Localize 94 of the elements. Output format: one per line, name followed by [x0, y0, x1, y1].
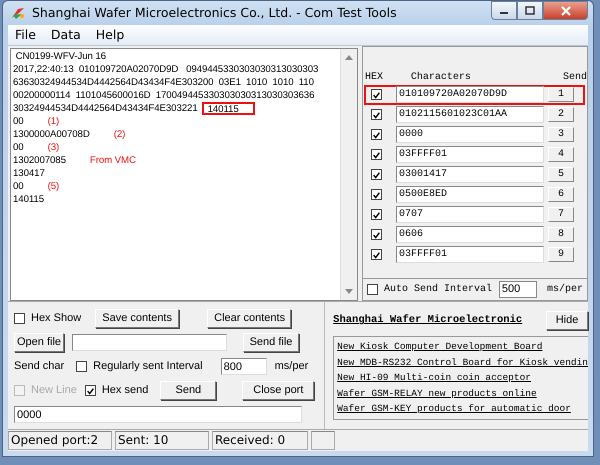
send-char-label: Send char: [14, 360, 64, 372]
column-header: Send: [562, 72, 587, 84]
log-line: 63630324944534D4442564D43434F4E303200 03E1 1010 1010 110: [13, 76, 314, 89]
checkbox-label: Hex Show: [31, 312, 82, 324]
save-contents-button[interactable]: Save contents: [95, 308, 180, 328]
checkbox[interactable]: [371, 169, 382, 180]
send-button[interactable]: 7: [548, 207, 574, 222]
annotation-note: (1): [48, 114, 60, 128]
checkbox[interactable]: [367, 284, 378, 296]
checkbox[interactable]: [371, 109, 382, 120]
checkbox[interactable]: [371, 89, 382, 100]
input-field[interactable]: 03FFFF01: [396, 246, 544, 264]
news-link[interactable]: New Kiosk Computer Development Board: [337, 339, 588, 355]
log-line: 00: [13, 114, 24, 128]
send-file-button[interactable]: Send file: [243, 332, 299, 352]
open-file-button[interactable]: Open file: [14, 332, 64, 352]
send-button[interactable]: 8: [548, 227, 574, 242]
company-link[interactable]: Shanghai Wafer Microelectronic: [333, 314, 522, 326]
status-text: Sent: 10: [115, 431, 209, 450]
checkbox[interactable]: [371, 129, 382, 140]
unit-label: ms/per: [546, 284, 583, 296]
log-text-area[interactable]: [10, 48, 358, 302]
log-line: 130417: [13, 166, 45, 180]
log-line: 2017,22:40:13 010109720A02070D9D 0949445330303030313030303: [13, 62, 318, 76]
checkbox[interactable]: [14, 312, 25, 324]
maximize-icon: [525, 6, 535, 15]
log-line: CN0199-WFV-Jun 16: [14, 50, 106, 63]
log-line: 00: [13, 180, 24, 193]
send-button[interactable]: 1: [548, 87, 574, 102]
highlighted-value: 140115: [202, 102, 255, 115]
menu-item[interactable]: Help: [88, 27, 132, 42]
column-header: HEX: [364, 72, 384, 84]
checkbox[interactable]: [76, 360, 88, 372]
send-button[interactable]: 9: [548, 247, 574, 262]
minimize-button[interactable]: [491, 1, 517, 20]
send-button[interactable]: 2: [548, 107, 574, 122]
annotation-note: From VMC: [90, 154, 136, 167]
checkbox[interactable]: [371, 209, 382, 220]
close-button[interactable]: [543, 1, 588, 20]
log-line: 140115: [13, 192, 44, 206]
send-button[interactable]: Send: [160, 380, 216, 400]
unit-label: ms/per: [274, 360, 308, 372]
send-button[interactable]: 5: [548, 167, 574, 182]
hide-button[interactable]: Hide: [546, 310, 588, 330]
input-field[interactable]: 0102115601023C01AA: [396, 106, 544, 124]
input-field[interactable]: 03FFFF01: [396, 146, 544, 164]
news-link[interactable]: Wafer GSM-KEY products for automatic door: [337, 401, 588, 417]
status-text: Received: 0: [212, 431, 308, 450]
input-field[interactable]: 500: [498, 281, 537, 298]
checkbox[interactable]: [371, 229, 382, 240]
scroll-down-arrow-icon[interactable]: [345, 289, 353, 294]
annotation-note: (2): [114, 128, 126, 141]
checkbox-label: Hex send: [102, 384, 148, 396]
status-text: Opened port:2: [8, 431, 112, 450]
log-line: 00200000114 1101045600016D 170049445330303030313030303636: [13, 88, 314, 102]
send-button[interactable]: 3: [548, 127, 574, 142]
checkbox[interactable]: [371, 249, 382, 260]
window-title: Shanghai Wafer Microelectronics Co., Ltd. - Com Test Tools: [32, 5, 398, 20]
send-button[interactable]: 4: [548, 147, 574, 162]
send-text-field[interactable]: 0000: [14, 406, 302, 423]
menu-item[interactable]: Data: [44, 27, 89, 42]
status-pane: [311, 431, 335, 450]
menu-item[interactable]: File: [8, 27, 44, 42]
close-icon: [560, 6, 572, 16]
scrollbar[interactable]: [340, 48, 357, 300]
checkbox-label: Auto Send Interval: [384, 284, 493, 296]
interval-field[interactable]: 800: [220, 358, 267, 375]
checkbox[interactable]: [371, 189, 382, 200]
input-field[interactable]: 0000: [396, 126, 544, 144]
news-link[interactable]: New MDB-RS232 Control Board for Kiosk vendin: [337, 354, 588, 370]
input-field[interactable]: 0500E8ED: [396, 186, 544, 204]
input-field[interactable]: 010109720A02070D9D: [396, 86, 544, 104]
log-line: 1300000A00708D: [13, 128, 90, 141]
clear-contents-button[interactable]: Clear contents: [207, 308, 292, 328]
send-button[interactable]: 6: [548, 187, 574, 202]
checkbox[interactable]: [84, 384, 96, 396]
news-link[interactable]: Wafer GSM-RELAY new products online: [337, 386, 588, 402]
maximize-button[interactable]: [517, 1, 543, 20]
file-path-field[interactable]: [72, 334, 227, 351]
input-field[interactable]: 0707: [396, 206, 544, 224]
scroll-up-arrow-icon[interactable]: [345, 54, 353, 60]
checkbox-label: Regularly sent Interval: [93, 360, 203, 372]
annotation-note: (3): [48, 140, 60, 154]
checkbox-label: New Line: [31, 384, 77, 396]
log-line: 00: [13, 140, 24, 154]
close-port-button[interactable]: Close port: [242, 380, 314, 400]
annotation-note: (5): [48, 180, 60, 193]
log-line: 1302007085: [13, 154, 66, 167]
input-field[interactable]: 03001417: [396, 166, 544, 184]
input-field[interactable]: 0606: [396, 226, 544, 244]
column-header: Characters: [410, 72, 472, 84]
news-link[interactable]: New HI-09 Multi-coin coin acceptor: [337, 370, 588, 386]
checkbox[interactable]: [371, 149, 382, 160]
log-line: 30324944534D4442564D43434F4E303221: [13, 102, 198, 115]
